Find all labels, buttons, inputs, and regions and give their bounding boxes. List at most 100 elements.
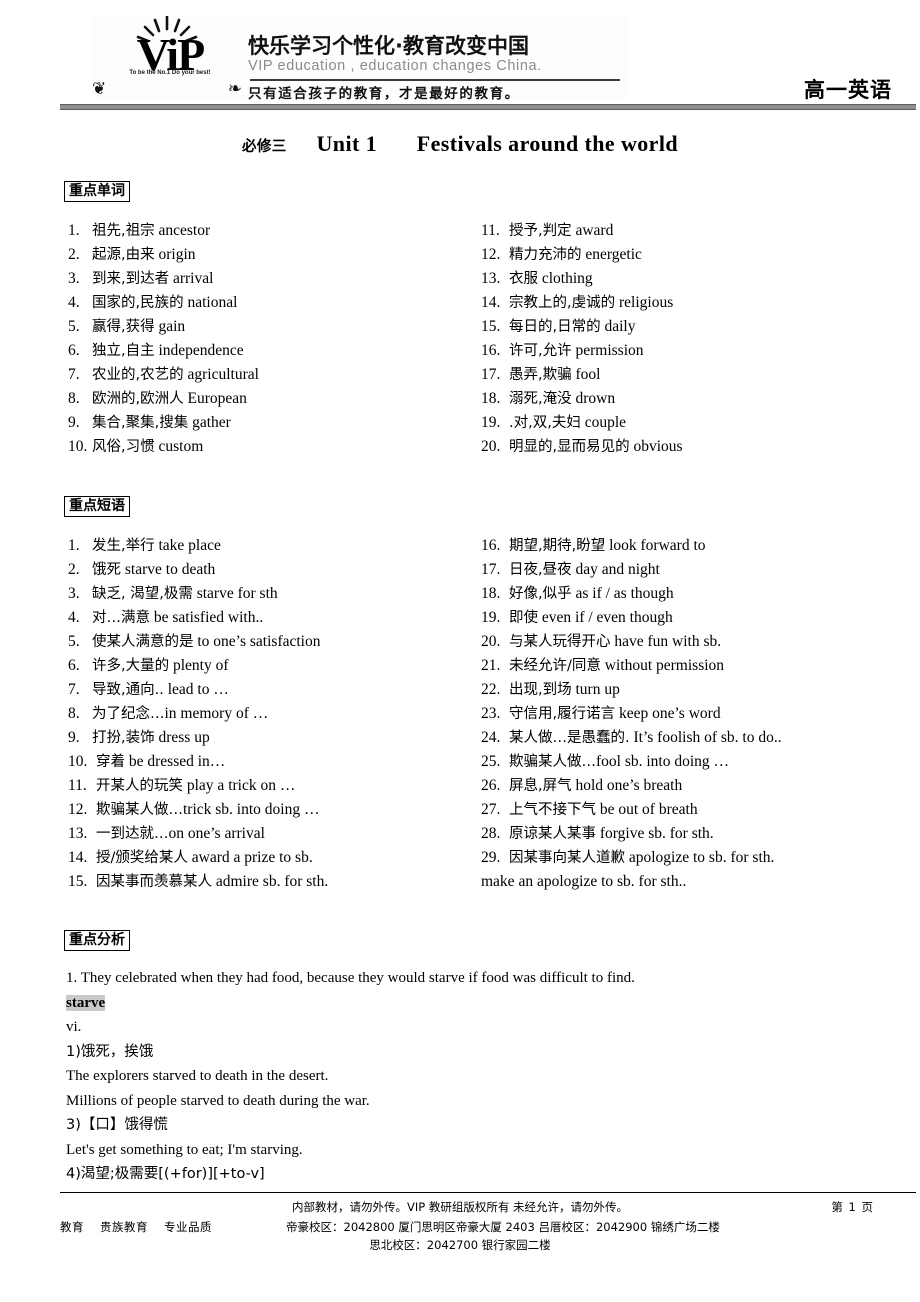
item-chinese: 欺骗某人做… bbox=[96, 802, 183, 818]
list-item: 19. .对,双,夫妇 couple bbox=[481, 411, 683, 435]
item-chinese: 导致,通向.. bbox=[92, 682, 164, 698]
item-number: 11. bbox=[68, 777, 87, 794]
slogan-chinese-secondary: 只有适合孩子的教育，才是最好的教育。 bbox=[248, 86, 520, 102]
item-chinese: 每日的,日常的 bbox=[509, 319, 601, 335]
list-item: 10. 穿着 be dressed in… bbox=[68, 750, 328, 774]
list-item: 12. 精力充沛的 energetic bbox=[481, 243, 683, 267]
item-chinese: 一到达就… bbox=[96, 826, 169, 842]
item-chinese: 使某人满意的是 bbox=[92, 634, 194, 650]
list-item: 16. 许可,允许 permission bbox=[481, 339, 683, 363]
footer-campus-line-1: 帝豪校区：2042800 厦门思明区帝豪大厦 2403 吕厝校区：2042900… bbox=[286, 1220, 720, 1234]
list-item: 2. 起源,由来 origin bbox=[68, 243, 259, 267]
item-english: even if / even though bbox=[541, 609, 673, 626]
list-item: 12. 欺骗某人做…trick sb. into doing … bbox=[68, 798, 328, 822]
item-number: 28. bbox=[481, 825, 501, 842]
item-chinese: 上气不接下气 bbox=[509, 802, 596, 818]
list-item: 20. 明显的,显而易见的 obvious bbox=[481, 435, 683, 459]
item-chinese: 祖先,祖宗 bbox=[92, 223, 155, 239]
item-english: energetic bbox=[585, 246, 642, 263]
analysis-body: 1. They celebrated when they had food, b… bbox=[66, 966, 866, 1187]
analysis-headword: starve bbox=[66, 994, 106, 1011]
slogan-english: VIP education , education changes China. bbox=[248, 58, 542, 74]
subject-label: 高一英语 bbox=[804, 78, 892, 102]
item-chinese: 欧洲的,欧洲人 bbox=[92, 391, 184, 407]
item-number: 3. bbox=[68, 270, 80, 287]
phrases-column-right: 16. 期望,期待,盼望 look forward to 17. 日夜,昼夜 day… bbox=[481, 534, 782, 894]
vip-logo-mark: ViP To be the No.1 Do your best! ❦ ❧ bbox=[92, 14, 242, 99]
footer-tag: 专业品质 bbox=[164, 1220, 212, 1234]
item-english: make an apologize to sb. for sth.. bbox=[481, 873, 687, 890]
title-topic: Festivals around the world bbox=[416, 131, 678, 156]
page-footer: 内部教材，请勿外传。VIP 教研组版权所有 未经允许，请勿外传。 第 1 页 教… bbox=[0, 1194, 920, 1294]
item-chinese: 缺乏, 渴望,极需 bbox=[92, 586, 193, 602]
words-column-right: 11. 授予,判定 award 12. 精力充沛的 energetic 13. 衣服 … bbox=[481, 219, 683, 459]
list-item: 19. 即使 even if / even though bbox=[481, 606, 782, 630]
list-item: 15. 因某事而羡慕某人 admire sb. for sth. bbox=[68, 870, 328, 894]
list-item: 1. 祖先,祖宗 ancestor bbox=[68, 219, 259, 243]
list-item: 18. 好像,似乎 as if / as though bbox=[481, 582, 782, 606]
item-english: play a trick on … bbox=[186, 777, 296, 794]
title-book: 必修三 bbox=[242, 139, 287, 155]
list-item: 14. 授/颁奖给某人 award a prize to sb. bbox=[68, 846, 328, 870]
item-number: 7. bbox=[68, 366, 80, 383]
list-item: 29. 因某事向某人道歉 apologize to sb. for sth. bbox=[481, 846, 782, 870]
item-number: 15. bbox=[481, 318, 501, 335]
title-unit: Unit 1 bbox=[316, 131, 377, 156]
item-english: ancestor bbox=[158, 222, 211, 239]
item-chinese: 穿着 bbox=[96, 754, 125, 770]
item-chinese: 好像,似乎 bbox=[509, 586, 572, 602]
item-number: 1. bbox=[68, 222, 80, 239]
item-number: 20. bbox=[481, 633, 501, 650]
item-english: turn up bbox=[575, 681, 620, 698]
footer-notice: 内部教材，请勿外传。VIP 教研组版权所有 未经允许，请勿外传。 bbox=[291, 1200, 628, 1214]
item-number: 25. bbox=[481, 753, 501, 770]
item-english: starve for sth bbox=[196, 585, 278, 602]
words-column-left: 1. 祖先,祖宗 ancestor 2. 起源,由来 origin 3. 到来,到达者… bbox=[68, 219, 259, 459]
list-item: 28. 原谅某人某事 forgive sb. for sth. bbox=[481, 822, 782, 846]
item-chinese: 因某事而羡慕某人 bbox=[96, 874, 212, 890]
analysis-sentence: 1. They celebrated when they had food, b… bbox=[66, 970, 635, 986]
item-chinese: 独立,自主 bbox=[92, 343, 155, 359]
item-chinese: 与某人玩得开心 bbox=[509, 634, 611, 650]
item-number: 7. bbox=[68, 681, 80, 698]
item-english: day and night bbox=[575, 561, 660, 578]
item-english: keep one’s word bbox=[618, 705, 721, 722]
item-chinese: 授予,判定 bbox=[509, 223, 572, 239]
item-chinese: 到来,到达者 bbox=[92, 271, 170, 287]
item-english: apologize to sb. for sth. bbox=[628, 849, 775, 866]
footer-divider bbox=[60, 1192, 916, 1193]
flourish-right-icon: ❧ bbox=[227, 79, 242, 98]
list-item: 4. 国家的,民族的 national bbox=[68, 291, 259, 315]
list-item: 8. 为了纪念…in memory of … bbox=[68, 702, 328, 726]
item-number: 18. bbox=[481, 585, 501, 602]
item-number: 6. bbox=[68, 657, 80, 674]
item-number: 2. bbox=[68, 246, 80, 263]
flourish-left-icon: ❦ bbox=[92, 79, 107, 98]
item-chinese: 打扮,装饰 bbox=[92, 730, 155, 746]
item-chinese: 赢得,获得 bbox=[92, 319, 155, 335]
item-number: 1. bbox=[68, 537, 80, 554]
item-chinese: .对,双,夫妇 bbox=[509, 415, 581, 431]
slogan-divider bbox=[250, 79, 620, 81]
item-chinese: 集合,聚集,搜集 bbox=[92, 415, 189, 431]
item-chinese: 起源,由来 bbox=[92, 247, 155, 263]
vip-logo-banner: ViP To be the No.1 Do your best! ❦ ❧ 快乐学… bbox=[92, 14, 627, 102]
item-number: 12. bbox=[68, 801, 88, 818]
item-chinese: 日夜,昼夜 bbox=[509, 562, 572, 578]
item-number: 11. bbox=[481, 222, 500, 239]
item-english: on one’s arrival bbox=[168, 825, 265, 842]
list-item: 23. 守信用,履行诺言 keep one’s word bbox=[481, 702, 782, 726]
item-chinese: 某人做…是愚蠢的. bbox=[509, 730, 630, 746]
analysis-entry: 1)饿死，挨饿 bbox=[66, 1043, 154, 1060]
footer-tag: 教育 bbox=[60, 1220, 84, 1234]
item-english: dress up bbox=[158, 729, 210, 746]
list-item: 4. 对…满意 be satisfied with.. bbox=[68, 606, 328, 630]
analysis-headword-row: starve bbox=[66, 991, 866, 1016]
item-chinese: 为了纪念… bbox=[92, 706, 165, 722]
item-english: fool bbox=[575, 366, 601, 383]
item-english: gain bbox=[158, 318, 186, 335]
list-item: 26. 屏息,屏气 hold one’s breath bbox=[481, 774, 782, 798]
item-number: 13. bbox=[481, 270, 501, 287]
item-english: permission bbox=[575, 342, 644, 359]
list-item-continuation: make an apologize to sb. for sth.. bbox=[481, 870, 782, 894]
